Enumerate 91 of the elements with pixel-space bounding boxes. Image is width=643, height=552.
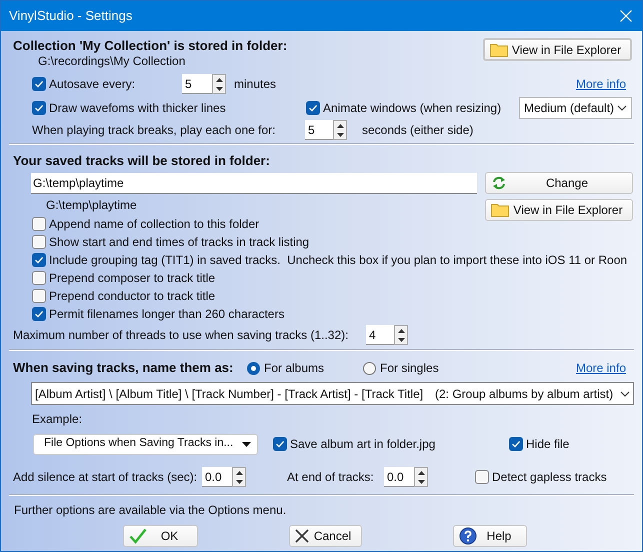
setting-label: When playing track breaks, play each one for: <box>32 122 276 139</box>
chevron-down-icon <box>617 105 627 111</box>
checkbox[interactable] <box>32 253 46 267</box>
section-heading: When saving tracks, name them as: <box>13 359 234 378</box>
button[interactable]: OK <box>123 525 198 547</box>
down-arrow-icon <box>216 86 222 90</box>
button[interactable]: Help <box>453 525 527 547</box>
checkbox[interactable] <box>32 289 46 303</box>
up-arrow-icon <box>398 328 404 332</box>
up-arrow-icon <box>418 470 424 474</box>
checkbox[interactable] <box>475 470 489 484</box>
checkbox-label: Include grouping tag (TIT1) in saved tracks. Uncheck this box if you plan to import these into iOS 11 or Roon <box>49 252 628 269</box>
more-info-link[interactable]: More info <box>576 361 626 375</box>
refresh-icon <box>491 175 507 191</box>
radio-button[interactable] <box>363 362 376 374</box>
setting-label: Add silence at start of tracks (sec): <box>13 469 198 486</box>
folder-path: G:\recordings\My Collection <box>37 54 186 68</box>
spin-button[interactable] <box>232 467 246 487</box>
checkbox-label: Show start and end times of tracks in track listing <box>49 234 310 251</box>
section-heading: Collection 'My Collection' is stored in folder: <box>13 38 288 54</box>
file-options-dropdown[interactable]: File Options when Saving Tracks in... <box>33 434 258 454</box>
check-icon <box>34 255 44 265</box>
setting-label: At end of tracks: <box>287 469 375 486</box>
spin-button[interactable] <box>414 467 428 487</box>
setting-label: Maximum number of threads to use when saving tracks (1..32): <box>13 327 350 344</box>
button[interactable]: Cancel <box>289 525 362 547</box>
down-arrow-icon <box>398 338 404 342</box>
checkbox[interactable] <box>32 271 46 285</box>
spin-button[interactable] <box>212 74 226 94</box>
checkbox[interactable] <box>32 77 46 91</box>
help-icon <box>459 527 477 545</box>
chevron-down-icon <box>620 390 630 396</box>
checkbox-label: Draw wavefoms with thicker lines <box>49 100 226 117</box>
footer-note: Further options are available via the Options menu. <box>14 503 288 517</box>
button[interactable]: Change <box>485 172 633 194</box>
down-arrow-icon <box>418 480 424 484</box>
check-icon <box>275 439 285 449</box>
checkbox[interactable] <box>32 217 46 231</box>
folder-field[interactable]: G:\temp\playtime <box>31 173 477 194</box>
naming-pattern-dropdown[interactable]: [Album Artist] \ [Album Title] \ [Track Number] - [Track Artist] - [Track Title] (2: Group albums by album artist) <box>31 382 634 405</box>
checkbox[interactable] <box>32 307 46 321</box>
checkbox-label: Prepend conductor to track title <box>49 288 216 305</box>
button[interactable]: View in File Explorer <box>485 199 633 221</box>
number-field[interactable]: 5 <box>182 74 212 94</box>
checkbox[interactable] <box>32 235 46 249</box>
close-icon <box>295 529 309 543</box>
close-icon[interactable] <box>620 10 632 22</box>
spin-button[interactable] <box>333 120 347 140</box>
check-icon <box>34 309 44 319</box>
up-arrow-icon <box>236 470 242 474</box>
checkbox[interactable] <box>509 437 523 451</box>
speed-dropdown[interactable]: Medium (default) <box>519 97 632 119</box>
number-field[interactable]: 4 <box>366 325 394 345</box>
folder-icon <box>490 42 508 56</box>
check-icon <box>129 528 147 544</box>
check-icon <box>511 439 521 449</box>
number-field[interactable]: 0.0 <box>202 467 232 487</box>
checkbox-label: Hide file <box>526 436 570 453</box>
caret-icon <box>242 442 251 446</box>
number-field[interactable]: 0.0 <box>384 467 414 487</box>
radio-button[interactable] <box>247 362 260 374</box>
checkbox-label: Prepend composer to track title <box>49 270 216 287</box>
checkbox[interactable] <box>306 101 320 115</box>
checkbox-label: Detect gapless tracks <box>492 469 607 486</box>
radio-label: For singles <box>380 360 439 377</box>
unit-label: minutes <box>234 76 276 93</box>
checkbox-label: Autosave every: <box>49 76 136 93</box>
checkbox-label: Permit filenames longer than 260 characters <box>49 306 284 323</box>
spin-button[interactable] <box>394 325 408 345</box>
check-icon <box>308 103 318 113</box>
up-arrow-icon <box>336 124 344 128</box>
more-info-link[interactable]: More info <box>576 77 626 91</box>
section-heading: Your saved tracks will be stored in folder: <box>13 153 271 169</box>
button[interactable]: View in File Explorer <box>483 38 632 61</box>
checkbox-label: Append name of collection to this folder <box>49 216 260 233</box>
window-title: VinylStudio - Settings <box>9 7 132 26</box>
example-label: Example: <box>32 412 84 426</box>
checkbox-label: Animate windows (when resizing) <box>323 100 502 117</box>
folder-path: G:\temp\playtime <box>45 198 138 212</box>
down-arrow-icon <box>336 132 344 136</box>
checkbox-label: Save album art in folder.jpg <box>290 436 436 453</box>
checkbox[interactable] <box>273 437 287 451</box>
checkbox[interactable] <box>32 101 46 115</box>
down-arrow-icon <box>236 480 242 484</box>
up-arrow-icon <box>216 78 222 82</box>
number-field[interactable]: 5 <box>305 120 333 140</box>
check-icon <box>34 79 44 89</box>
unit-label: seconds (either side) <box>362 122 474 139</box>
folder-icon <box>491 203 509 217</box>
check-icon <box>34 103 44 113</box>
radio-label: For albums <box>264 360 324 377</box>
